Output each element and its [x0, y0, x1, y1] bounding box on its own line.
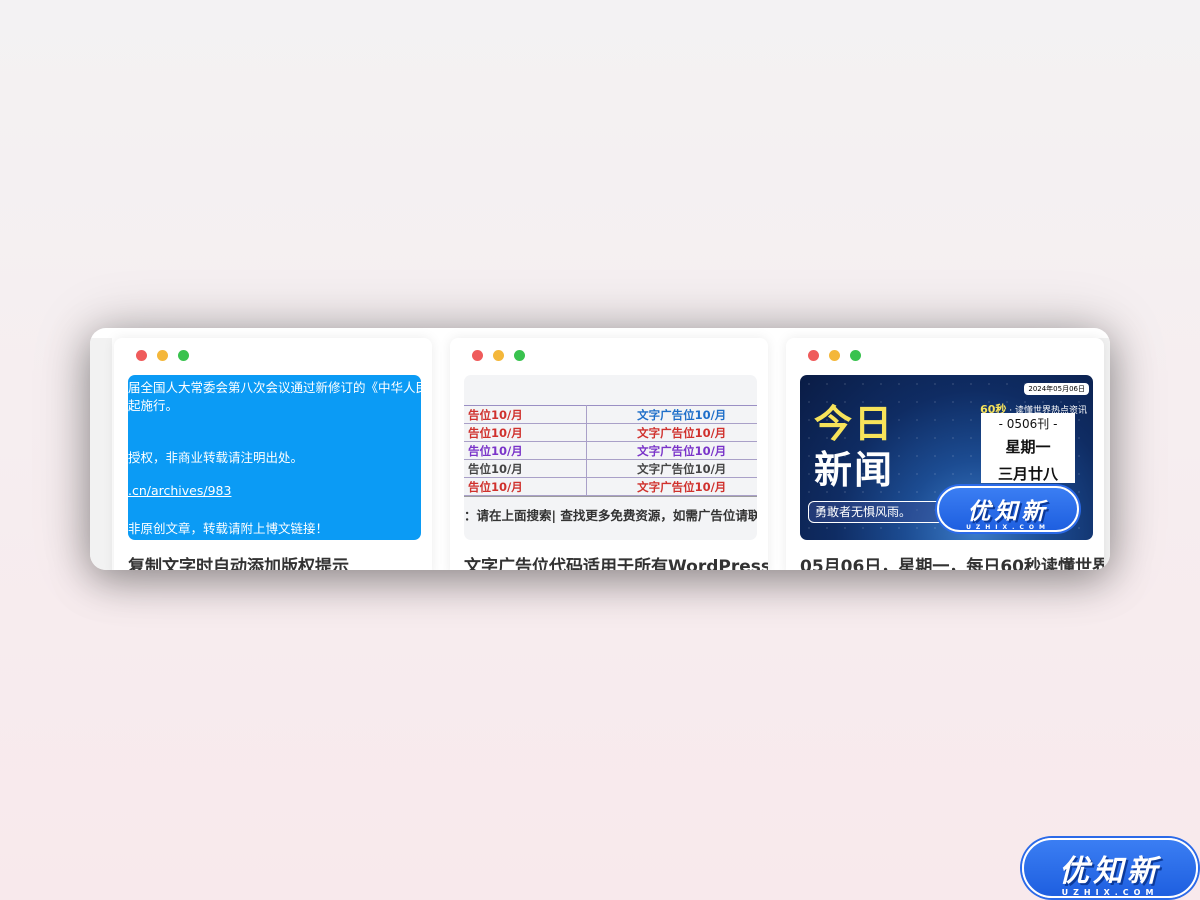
ad-row: 告位10/月文字广告位10/月文字广告	[464, 441, 757, 460]
ad-row: 告位10/月文字广告位10/月文字广告	[464, 423, 757, 442]
ad-cell[interactable]: 告位10/月	[464, 477, 588, 496]
ad-cell[interactable]: 文字广告位10/月	[586, 405, 757, 424]
logo-text: 优知新	[1059, 854, 1161, 889]
article-card-daily-news[interactable]: 2024年05月06日 今日 新闻 60秒 · 读懂世界热点资讯 - 0506刊…	[786, 338, 1104, 570]
article-thumbnail[interactable]: 告位10/月文字广告位10/月文字广告告位10/月文字广告位10/月文字广告告位…	[464, 375, 757, 540]
minimize-dot-icon	[493, 350, 504, 361]
issue-box: - 0506刊 - 星期一 三月廿八	[981, 413, 1075, 483]
ad-row: 告位10/月文字广告位10/月文字广告	[464, 459, 757, 478]
logo-subtext: UZHIX.COM	[1061, 888, 1159, 897]
divider	[464, 496, 757, 497]
ad-cell[interactable]: 告位10/月	[464, 441, 588, 460]
close-dot-icon	[472, 350, 483, 361]
ad-cell[interactable]: 文字广告位10/月	[586, 423, 757, 442]
maximize-dot-icon	[178, 350, 189, 361]
ad-table: 告位10/月文字广告位10/月文字广告告位10/月文字广告位10/月文字广告告位…	[464, 405, 757, 496]
thumb-text-line: 届全国人大常委会第八次会议通过新修订的《中华人民	[128, 380, 421, 395]
window-controls	[136, 350, 189, 361]
search-notice: ：请在上面搜索| 查找更多免费资源，如需广告位请联	[464, 508, 757, 523]
thumb-text-line: 起施行。	[128, 398, 179, 413]
thumb-link-line: .cn/archives/983	[128, 483, 232, 498]
article-thumbnail[interactable]: 2024年05月06日 今日 新闻 60秒 · 读懂世界热点资讯 - 0506刊…	[800, 375, 1093, 540]
ad-row: 告位10/月文字广告位10/月文字广告	[464, 477, 757, 496]
weekday: 星期一	[1005, 438, 1051, 456]
thumb-text-line: 非原创文章，转载请附上博文链接！	[128, 521, 329, 536]
ad-cell[interactable]: 告位10/月	[464, 405, 588, 424]
article-title[interactable]: 05月06日，星期一，每日60秒读懂世界	[800, 552, 1104, 570]
site-logo-watermark: 优知新 UZHIX.COM	[937, 486, 1079, 532]
close-dot-icon	[136, 350, 147, 361]
article-thumbnail[interactable]: 届全国人大常委会第八次会议通过新修订的《中华人民 起施行。 授权，非商业转载请注…	[128, 375, 421, 540]
article-title[interactable]: 复制文字时自动添加版权提示	[128, 552, 349, 570]
minimize-dot-icon	[157, 350, 168, 361]
ad-cell[interactable]: 文字广告位10/月	[586, 459, 757, 478]
maximize-dot-icon	[514, 350, 525, 361]
article-card-copyright[interactable]: 届全国人大常委会第八次会议通过新修订的《中华人民 起施行。 授权，非商业转载请注…	[114, 338, 432, 570]
minimize-dot-icon	[829, 350, 840, 361]
window-controls	[808, 350, 861, 361]
lunar-date: 三月廿八	[997, 465, 1058, 483]
logo-subtext: UZHIX.COM	[966, 524, 1050, 531]
site-logo[interactable]: 优知新 UZHIX.COM	[1022, 838, 1198, 898]
ad-cell[interactable]: 文字广告位10/月	[586, 441, 757, 460]
ad-cell[interactable]: 告位10/月	[464, 423, 588, 442]
window-controls	[472, 350, 525, 361]
article-card-text-ads[interactable]: 告位10/月文字广告位10/月文字广告告位10/月文字广告位10/月文字广告告位…	[450, 338, 768, 570]
headline-news: 新闻	[814, 448, 895, 492]
maximize-dot-icon	[850, 350, 861, 361]
thumb-text-line: 授权，非商业转载请注明出处。	[128, 450, 304, 465]
date-badge: 2024年05月06日	[1024, 383, 1089, 395]
close-dot-icon	[808, 350, 819, 361]
logo-text: 优知新	[967, 499, 1049, 525]
carousel-left-edge	[90, 338, 112, 570]
ad-cell[interactable]: 告位10/月	[464, 459, 588, 478]
article-carousel: 届全国人大常委会第八次会议通过新修订的《中华人民 起施行。 授权，非商业转载请注…	[90, 328, 1110, 570]
ad-row: 告位10/月文字广告位10/月文字广告	[464, 405, 757, 424]
issue-number: - 0506刊 -	[998, 417, 1058, 431]
article-title[interactable]: 文字广告位代码适用于所有WordPress	[464, 552, 768, 570]
ad-cell[interactable]: 文字广告位10/月	[586, 477, 757, 496]
